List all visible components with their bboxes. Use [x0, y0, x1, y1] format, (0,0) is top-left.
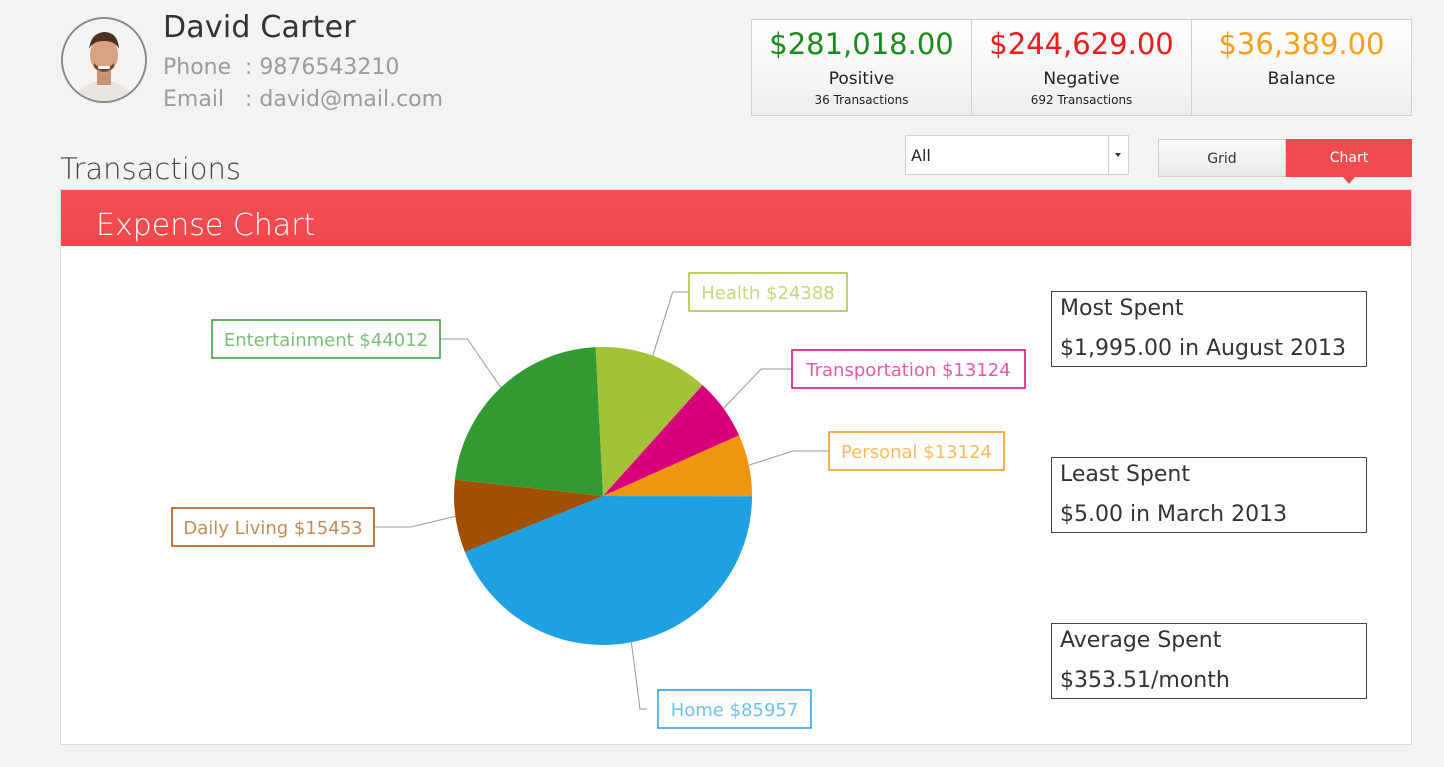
pie-label: Health $24388: [701, 283, 835, 304]
summary-negative: $244,629.00 Negative 692 Transactions: [972, 20, 1192, 115]
section-title: Transactions: [60, 152, 242, 186]
pie-leader-line: [723, 368, 792, 409]
pie-label: Personal $13124: [841, 442, 992, 463]
stat-title: Average Spent: [1060, 628, 1222, 653]
pie-leader-line: [652, 291, 689, 356]
summary-amount: $36,389.00: [1218, 27, 1385, 61]
phone-label: Phone: [163, 55, 232, 80]
summary-amount: $244,629.00: [989, 27, 1174, 61]
stat-value: $353.51/month: [1060, 668, 1230, 693]
email-label: Email: [163, 87, 225, 112]
stat-value: $1,995.00 in August 2013: [1060, 336, 1346, 361]
summary-positive: $281,018.00 Positive 36 Transactions: [752, 20, 972, 115]
profile-phone: Phone : 9876543210: [163, 55, 399, 80]
pie-label: Transportation $13124: [805, 360, 1010, 381]
filter-value: All: [911, 146, 931, 165]
profile-name: David Carter: [163, 10, 356, 45]
chevron-down-icon[interactable]: [1108, 136, 1128, 174]
stat-title: Most Spent: [1060, 296, 1184, 321]
pie-leader-line: [630, 642, 647, 710]
profile-email: Email : david@mail.com: [163, 87, 443, 112]
pie-label: Daily Living $15453: [183, 518, 362, 539]
pie-leader-line: [440, 338, 502, 388]
summary-amount: $281,018.00: [769, 27, 954, 61]
stat-average-spent: Average Spent $353.51/month: [1051, 623, 1367, 699]
summary-balance: $36,389.00 Balance: [1192, 20, 1411, 115]
stat-least-spent: Least Spent $5.00 in March 2013: [1051, 457, 1367, 533]
pie-slice[interactable]: [454, 347, 603, 496]
summary-sub: 36 Transactions: [814, 93, 909, 107]
tab-chart[interactable]: Chart: [1286, 139, 1412, 184]
phone-value: : 9876543210: [245, 55, 400, 80]
stat-most-spent: Most Spent $1,995.00 in August 2013: [1051, 291, 1367, 367]
pie-leader-line: [374, 515, 456, 528]
tab-grid[interactable]: Grid: [1158, 139, 1286, 177]
pie-label: Home $85957: [671, 700, 799, 721]
email-value: : david@mail.com: [245, 87, 444, 112]
pie-leader-line: [748, 450, 829, 466]
pie-label: Entertainment $44012: [224, 330, 428, 351]
summary-title: Positive: [828, 69, 895, 89]
view-toggle: Grid Chart: [1158, 139, 1412, 184]
stat-title: Least Spent: [1060, 462, 1191, 487]
avatar: [61, 17, 147, 103]
summary-title: Balance: [1267, 69, 1336, 89]
stat-value: $5.00 in March 2013: [1060, 502, 1288, 527]
filter-dropdown[interactable]: All: [905, 135, 1129, 175]
summary-title: Negative: [1043, 69, 1120, 89]
summary-panel: $281,018.00 Positive 36 Transactions $24…: [751, 19, 1412, 116]
summary-sub: 692 Transactions: [1030, 93, 1133, 107]
